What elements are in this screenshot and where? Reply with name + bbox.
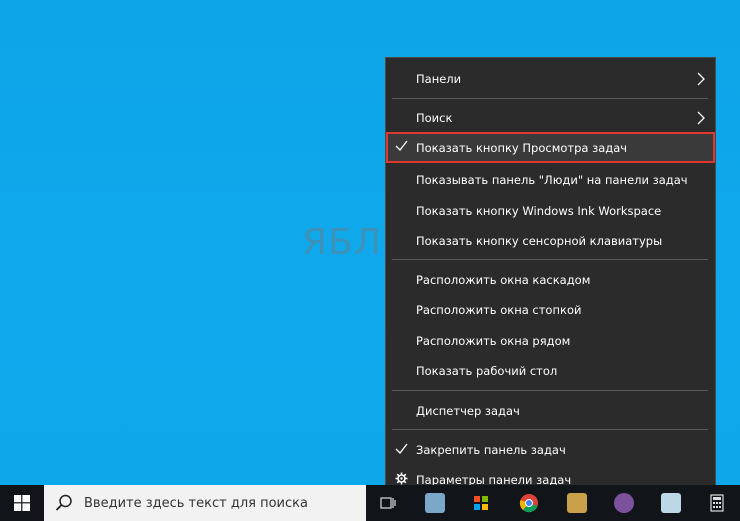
chevron-right-icon <box>695 72 707 86</box>
store-icon[interactable] <box>471 493 491 513</box>
menu-item-label: Показывать панель "Люди" на панели задач <box>416 173 688 187</box>
menu-item-search[interactable]: Поиск <box>386 103 715 133</box>
taskbar-context-menu: Панели Поиск Показать кнопку Просмотра з… <box>385 57 716 494</box>
search-placeholder: Введите здесь текст для поиска <box>84 495 308 511</box>
menu-item-label: Показать рабочий стол <box>416 364 558 378</box>
menu-item-side-by-side-windows[interactable]: Расположить окна рядом <box>386 326 715 356</box>
checkmark-icon <box>395 442 409 456</box>
menu-item-label: Расположить окна каскадом <box>416 273 591 287</box>
gear-icon <box>395 472 409 486</box>
chrome-icon[interactable] <box>519 493 539 513</box>
menu-item-label: Показать кнопку Windows Ink Workspace <box>416 204 662 218</box>
viber-icon[interactable] <box>614 493 634 513</box>
menu-item-cascade-windows[interactable]: Расположить окна каскадом <box>386 265 715 295</box>
menu-item-label: Показать кнопку Просмотра задач <box>416 140 628 155</box>
menu-item-stack-windows[interactable]: Расположить окна стопкой <box>386 295 715 325</box>
menu-item-show-windows-ink[interactable]: Показать кнопку Windows Ink Workspace <box>386 196 715 226</box>
menu-item-label: Расположить окна рядом <box>416 334 571 348</box>
calculator-icon[interactable] <box>707 493 727 513</box>
windows-logo-icon <box>14 495 30 511</box>
app-icon[interactable] <box>425 493 445 513</box>
menu-item-show-touch-keyboard[interactable]: Показать кнопку сенсорной клавиатуры <box>386 226 715 256</box>
chevron-right-icon <box>695 111 707 125</box>
menu-separator <box>392 390 708 391</box>
menu-item-label: Поиск <box>416 111 453 125</box>
menu-item-label: Показать кнопку сенсорной клавиатуры <box>416 234 663 248</box>
menu-item-task-manager[interactable]: Диспетчер задач <box>386 396 715 426</box>
menu-item-label: Расположить окна стопкой <box>416 303 582 317</box>
menu-separator <box>392 259 708 260</box>
menu-separator <box>392 98 708 99</box>
menu-item-label: Панели <box>416 72 462 86</box>
app-icon[interactable] <box>567 493 587 513</box>
menu-item-label: Диспетчер задач <box>416 404 520 418</box>
menu-item-toolbars[interactable]: Панели <box>386 64 715 94</box>
task-view-icon[interactable] <box>378 493 398 513</box>
taskbar-search-box[interactable]: Введите здесь текст для поиска <box>44 485 366 521</box>
app-icon[interactable] <box>661 493 681 513</box>
menu-separator <box>392 429 708 430</box>
checkmark-icon <box>395 139 409 153</box>
menu-item-label: Закрепить панель задач <box>416 443 566 457</box>
taskbar[interactable]: Введите здесь текст для поиска <box>0 485 740 521</box>
search-icon <box>54 493 74 517</box>
menu-item-show-task-view-button[interactable]: Показать кнопку Просмотра задач <box>386 132 715 163</box>
menu-item-show-people[interactable]: Показывать панель "Люди" на панели задач <box>386 165 715 195</box>
menu-item-lock-taskbar[interactable]: Закрепить панель задач <box>386 435 715 465</box>
start-button[interactable] <box>0 485 44 521</box>
menu-item-show-desktop[interactable]: Показать рабочий стол <box>386 356 715 386</box>
